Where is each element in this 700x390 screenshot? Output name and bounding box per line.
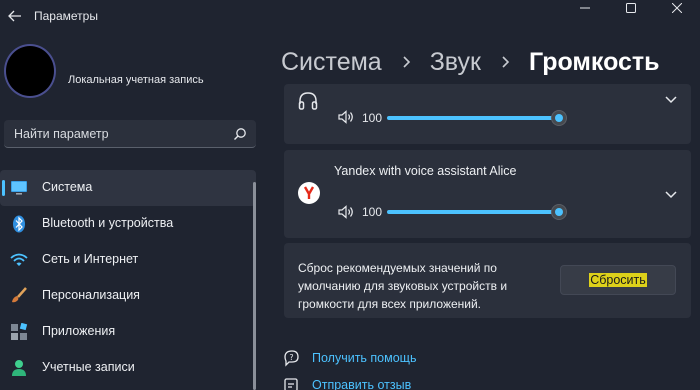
feedback-link[interactable]: Отправить отзыв — [312, 378, 411, 390]
search-icon — [234, 128, 246, 140]
sidebar-item-label: Bluetooth и устройства — [42, 216, 174, 230]
avatar[interactable] — [4, 44, 56, 98]
apps-icon — [10, 323, 28, 341]
sidebar-scrollbar[interactable] — [253, 182, 256, 390]
sidebar-item-label: Система — [42, 180, 93, 194]
sidebar-item-network[interactable]: Сеть и Интернет — [0, 242, 256, 278]
maximize-button[interactable] — [608, 0, 654, 16]
sidebar-item-bluetooth[interactable]: Bluetooth и устройства — [0, 206, 256, 242]
breadcrumb: Система Звук Громкость — [281, 45, 660, 79]
yandex-logo — [298, 182, 320, 204]
sidebar-item-label: Приложения — [42, 324, 116, 338]
volume-value: 100 — [362, 205, 383, 219]
sidebar-item-personalization[interactable]: Персонализация — [0, 278, 256, 314]
maximize-icon — [626, 3, 636, 13]
device-card-headphones: 100 — [284, 84, 691, 144]
account-type-label: Локальная учетная запись — [68, 74, 204, 86]
reset-button-label: Сбросить — [589, 273, 647, 287]
monitor-icon — [10, 179, 28, 197]
chevron-down-icon[interactable] — [664, 188, 678, 202]
app-title: Параметры — [34, 9, 98, 23]
feedback-icon — [282, 375, 302, 390]
sidebar-item-system[interactable]: Система — [0, 170, 256, 206]
sidebar-item-apps[interactable]: Приложения — [0, 314, 256, 350]
reset-card: Сброс рекомендуемых значений по умолчани… — [284, 243, 691, 318]
wifi-icon — [10, 251, 28, 269]
sidebar-item-label: Персонализация — [42, 288, 140, 302]
page-title: Громкость — [528, 47, 660, 76]
sidebar-nav: Система Bluetooth и устройства Сеть и Ин… — [0, 170, 260, 386]
title-bar: Параметры — [0, 0, 700, 32]
search-input[interactable]: Найти параметр — [4, 120, 256, 148]
window-controls — [562, 0, 700, 16]
minimize-icon — [580, 7, 590, 9]
help-link[interactable]: Получить помощь — [312, 351, 416, 365]
feedback-link-row[interactable]: Отправить отзыв — [282, 375, 411, 390]
volume-value: 100 — [362, 111, 383, 125]
help-link-row[interactable]: ? Получить помощь — [282, 348, 416, 368]
reset-description: Сброс рекомендуемых значений по умолчани… — [298, 261, 508, 311]
bluetooth-icon — [10, 215, 28, 233]
person-icon — [10, 359, 28, 377]
chevron-down-icon[interactable] — [664, 93, 678, 107]
headphones-icon — [298, 92, 318, 110]
close-button[interactable] — [654, 0, 700, 16]
volume-slider-thumb[interactable] — [551, 204, 567, 220]
back-arrow-icon — [8, 10, 21, 22]
volume-icon[interactable] — [338, 110, 354, 124]
back-button[interactable] — [4, 5, 26, 27]
chevron-right-icon — [403, 56, 410, 68]
search-placeholder: Найти параметр — [14, 127, 109, 141]
sidebar-item-label: Сеть и Интернет — [42, 252, 139, 266]
active-indicator — [2, 180, 5, 196]
breadcrumb-item-sound[interactable]: Звук — [430, 48, 481, 77]
reset-button[interactable]: Сбросить — [560, 265, 676, 295]
minimize-button[interactable] — [562, 0, 608, 16]
sidebar-item-accounts[interactable]: Учетные записи — [0, 350, 256, 386]
volume-slider-track[interactable] — [387, 210, 557, 214]
volume-slider-thumb[interactable] — [551, 110, 567, 126]
volume-slider-track[interactable] — [387, 116, 557, 120]
close-icon — [672, 3, 682, 13]
chevron-right-icon — [502, 56, 510, 68]
brush-icon — [10, 287, 28, 305]
device-name: Yandex with voice assistant Alice — [334, 164, 517, 178]
breadcrumb-item-system[interactable]: Система — [281, 48, 382, 77]
help-icon: ? — [282, 348, 302, 368]
volume-icon[interactable] — [338, 205, 354, 219]
device-card-yandex: Yandex with voice assistant Alice 100 — [284, 150, 691, 238]
svg-text:?: ? — [289, 353, 293, 362]
sidebar-item-label: Учетные записи — [42, 360, 135, 374]
